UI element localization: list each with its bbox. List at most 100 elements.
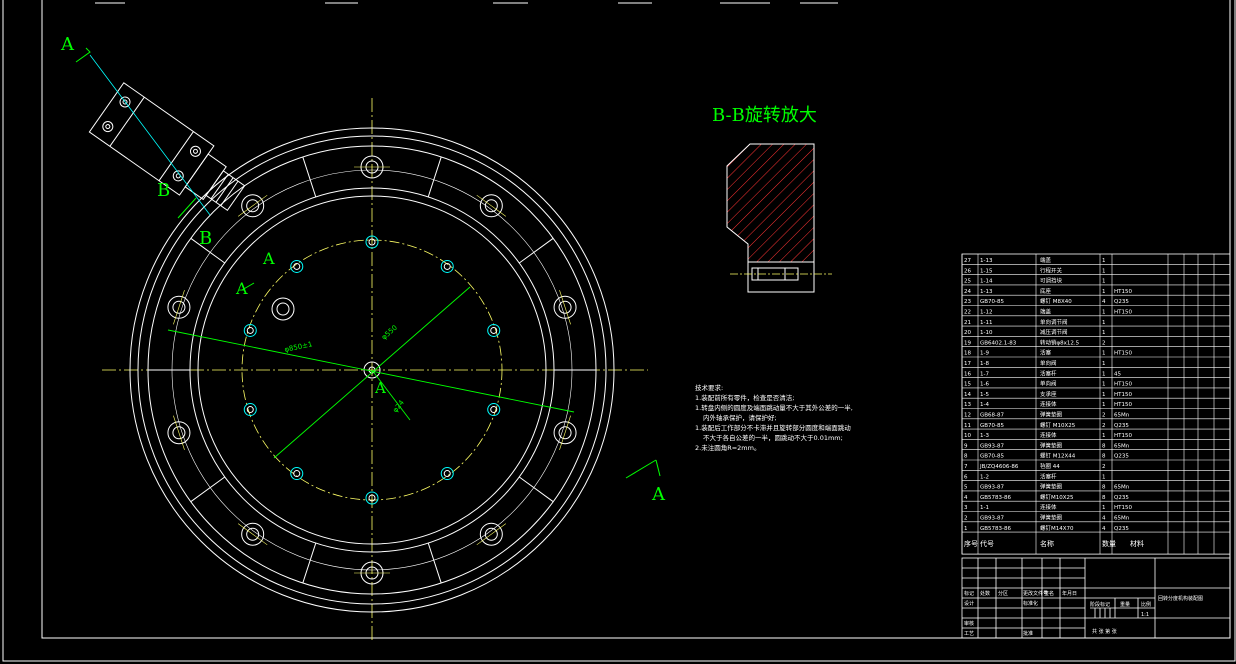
note-line: 2.未注圆角R=2mm。 [695, 443, 760, 452]
bom-cell: 端盖 [1040, 308, 1052, 316]
side-boss-outer [271, 297, 295, 321]
bom-cell: Q235 [1114, 495, 1129, 501]
bom-cell: 12 [964, 413, 971, 419]
tb-scale: 比例 [1141, 601, 1151, 608]
bom-cell: 3 [964, 505, 968, 511]
bom-cell: HT150 [1114, 505, 1132, 511]
bom-cell: 8 [964, 454, 968, 460]
tb-weight: 重量 [1120, 601, 1130, 608]
note-line: 不大于各自公差的一半，圆跳动不大于0.01mm; [703, 433, 843, 442]
technical-notes: 技术要求: 1.装配前所有零件，检查是否清洁; 1.转盘内侧的圆度及端面跳动量不… [695, 383, 853, 452]
bom-cell: 1 [1102, 310, 1106, 316]
tb-process: 工艺 [964, 631, 974, 637]
bom-cell: 螺钉M10X25 [1040, 493, 1074, 501]
bom-cell: 8 [1102, 454, 1106, 460]
bom-cell: 端盖 [1040, 256, 1052, 264]
bom-cell: 1-5 [980, 392, 989, 398]
inner-bolt-hole [243, 323, 257, 337]
bom-cell: 活塞 [1040, 349, 1052, 357]
tb-review: 审核 [964, 620, 974, 627]
bom-cell: 1-14 [980, 279, 993, 285]
bom-cell: 2 [1102, 464, 1106, 470]
cut-a-bottom-label: A [651, 484, 666, 505]
bom-cell: 1-12 [980, 310, 992, 316]
bom-cell: 45 [1114, 371, 1121, 377]
inner-bolt-hole [440, 467, 454, 481]
dim-label-2: φ550 [380, 324, 399, 342]
bom-cell: 19 [964, 340, 971, 346]
bom-cell: 1 [1102, 320, 1106, 326]
bom-cell: 螺钉M14X70 [1040, 524, 1074, 532]
bom-cell: HT150 [1114, 402, 1132, 408]
cylinder-assembly [88, 82, 246, 212]
cut-a-top-label: A [60, 34, 75, 55]
bom-cell: 连接体 [1040, 503, 1057, 511]
segment-divider [190, 476, 226, 503]
bom-cell: 1 [1102, 433, 1106, 439]
bom-cell: 1-7 [980, 371, 989, 377]
title-block-text: 标记 处数 分区 更改文件号 签名 年月日 设计 标准化 阶段标记 重量 比例 … [964, 590, 1203, 637]
bom-cell: 2 [1102, 413, 1106, 419]
bom-cell: 1-10 [980, 330, 993, 336]
bom-cell: 支承座 [1040, 390, 1057, 398]
inner-bolt-hole [440, 259, 454, 273]
bom-cell: 2 [1102, 340, 1106, 346]
bom-cell: 转动销φ8x12.5 [1040, 338, 1080, 346]
bom-cell: 1 [1102, 330, 1106, 336]
bom-cell: 16 [964, 371, 971, 377]
bom-cell: 连接体 [1040, 400, 1057, 408]
bom-cell: 1-4 [980, 402, 989, 408]
bom-cell: 8 [1102, 485, 1106, 491]
section-detail [726, 143, 832, 293]
bom-cell: 螺钉 M12X44 [1040, 452, 1076, 460]
note-line: 1.转盘内侧的圆度及端面跳动量不大于其外公差的一半, [695, 403, 853, 412]
note-line: 内外轴承保护，请保护好; [703, 413, 777, 422]
dim-label-1: φ850±1 [284, 340, 313, 354]
bom-cell: 连接体 [1040, 431, 1057, 439]
segment-divider [302, 156, 317, 198]
bom-cell: 毡圈 44 [1040, 462, 1060, 470]
cut-b-label-1: B [157, 180, 170, 201]
bom-cell: 21 [964, 320, 971, 326]
inner-bolt-hole [290, 467, 304, 481]
bom-cell: GB5783-86 [980, 526, 1012, 532]
bom-cell: HT150 [1114, 433, 1132, 439]
bom-cell: 1-6 [980, 382, 989, 388]
bom-cell: HT150 [1114, 382, 1132, 388]
bom-cell: GB68-87 [980, 413, 1005, 419]
tb-stage: 阶段标记 [1090, 601, 1110, 608]
bom-cell: 17 [964, 361, 971, 367]
bom-cell: Q235 [1114, 423, 1129, 429]
tb-mark: 标记 [964, 590, 974, 597]
tb-date: 年月日 [1062, 590, 1077, 597]
bom-cell: GB5783-86 [980, 495, 1012, 501]
bom-cell: 14 [964, 392, 971, 398]
bom-cell: GB6402.1-83 [980, 340, 1017, 346]
bom-cell: 4 [1102, 526, 1106, 532]
section-title: B-B旋转放大 [712, 105, 817, 126]
bom-cell: GB93-87 [980, 443, 1005, 449]
bom-cell: GB70-85 [980, 299, 1005, 305]
bom-cell: 1 [1102, 279, 1106, 285]
bom-cell: 1 [1102, 371, 1106, 377]
bom-cell: 65Mn [1114, 485, 1130, 491]
bom-cell: 1 [1102, 268, 1106, 274]
bom-cell: 5 [964, 485, 968, 491]
bom-cell: 1 [1102, 402, 1106, 408]
bom-cell: 1-3 [980, 433, 989, 439]
main-view: φ850±1 φ550 φ24 A [88, 54, 648, 640]
note-line: 1.装配前所有零件，检查是否清洁; [695, 393, 794, 402]
bom-cell: 1 [1102, 392, 1106, 398]
bom-cell: 4 [1102, 516, 1106, 522]
bom-cell: 减压调节阀 [1040, 328, 1068, 336]
bom-header-cell: 名称 [1040, 539, 1054, 548]
bom-cell: 65Mn [1114, 413, 1130, 419]
bom-cell: Q235 [1114, 526, 1129, 532]
bom-cell: 1 [1102, 289, 1106, 295]
bom-cell: 1 [1102, 361, 1106, 367]
cylinder-axis [89, 54, 211, 216]
bom-cell: 1 [1102, 258, 1106, 264]
bom-cell: 活塞杆 [1040, 369, 1057, 377]
bom-cell: 螺钉 M10X25 [1040, 421, 1076, 429]
bom-cell: 15 [964, 382, 971, 388]
